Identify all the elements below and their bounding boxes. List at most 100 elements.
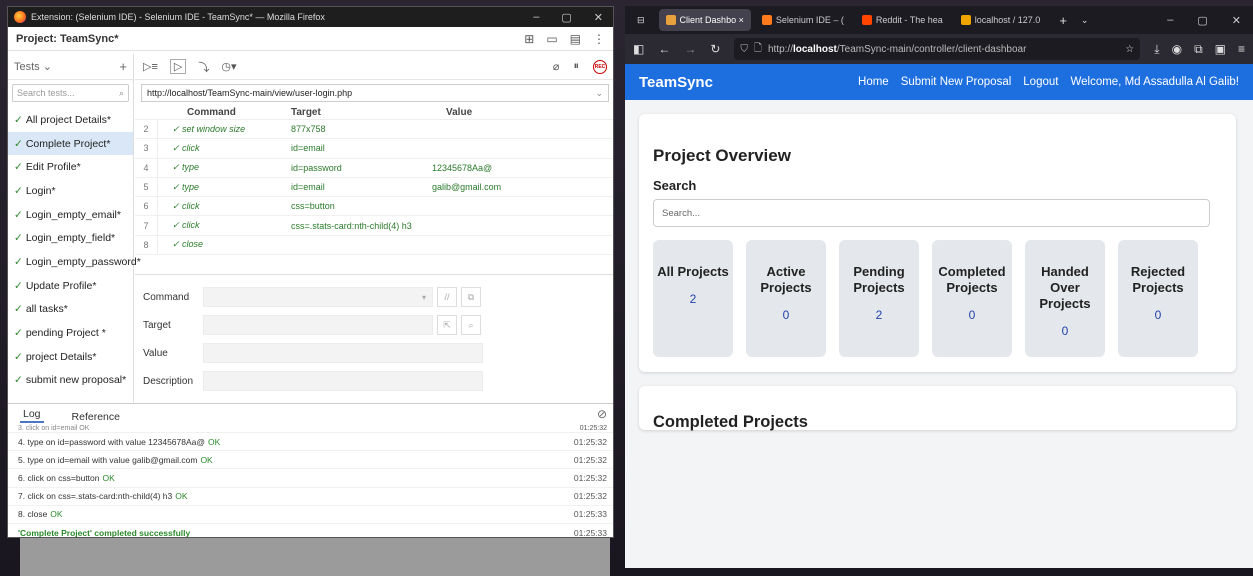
test-item[interactable]: ✓ Login_empty_field* — [8, 226, 133, 250]
search-input[interactable]: Search... — [653, 199, 1210, 227]
test-item[interactable]: ✓ all tasks* — [8, 298, 133, 322]
reload-icon[interactable]: ↻ — [710, 42, 720, 56]
open-project-icon[interactable]: ▭ — [546, 32, 557, 46]
test-item[interactable]: ✓ Complete Project* — [8, 131, 133, 156]
command-row[interactable]: 6 ✓ click css=button — [135, 197, 613, 217]
browser-nav-bar: ◧ ← → ↻ ⛉ 🗋 http://localhost/TeamSync-ma… — [625, 34, 1253, 64]
browser-tab[interactable]: localhost / 127.0 — [954, 9, 1048, 31]
command-row[interactable]: 2 ✓ set window size 877x758 — [135, 120, 613, 140]
log-timestamp: 01:25:33 — [573, 509, 607, 520]
stats-card[interactable]: Handed Over Projects 0 — [1025, 240, 1105, 357]
downloads-icon[interactable]: ⤓ — [1154, 42, 1159, 57]
maximize-icon[interactable]: ▢ — [561, 11, 571, 24]
test-item[interactable]: ✓ Login_empty_email* — [8, 203, 133, 227]
step-over-icon[interactable]: ⤵ — [198, 59, 209, 75]
stats-card[interactable]: Rejected Projects 0 — [1118, 240, 1198, 357]
clear-log-icon[interactable]: ⊘ — [597, 407, 607, 421]
base-url-field[interactable]: http://localhost/TeamSync-main/view/user… — [141, 84, 609, 102]
more-menu-icon[interactable]: ⋮ — [593, 32, 605, 46]
tab-list-icon[interactable]: ⊟ — [637, 15, 645, 26]
browser-tab[interactable]: Reddit - The hea — [855, 9, 950, 31]
maximize-icon[interactable]: ▢ — [1197, 14, 1207, 27]
shield-icon[interactable]: ⛉ — [740, 44, 748, 55]
test-item[interactable]: ✓ pending Project * — [8, 321, 133, 345]
save-project-icon[interactable]: ▤ — [570, 32, 581, 46]
test-item[interactable]: ✓ Login_empty_password* — [8, 250, 141, 274]
close-icon[interactable]: ✕ — [594, 11, 603, 24]
close-icon[interactable]: ✕ — [1232, 14, 1241, 27]
test-item-label: Login_empty_field* — [25, 232, 116, 245]
stats-card[interactable]: Active Projects 0 — [746, 240, 826, 357]
new-project-icon[interactable]: ⊞ — [524, 32, 534, 46]
nav-link[interactable]: Welcome, Md Assadulla Al Galib! — [1070, 76, 1239, 88]
teamsync-brand[interactable]: TeamSync — [639, 74, 713, 91]
pause-on-exception-icon[interactable]: ⏸ — [574, 60, 580, 73]
test-item[interactable]: ✓ submit new proposal* — [8, 369, 133, 393]
speed-icon[interactable]: ◷▾ — [221, 60, 236, 73]
test-item[interactable]: ✓ Update Profile* — [8, 274, 133, 298]
command-row[interactable]: 7 ✓ click css=.stats-card:nth-child(4) h3 — [135, 216, 613, 236]
app-menu-icon[interactable]: ≡ — [1238, 42, 1245, 57]
log-entry: 8. close OK 01:25:33 — [8, 506, 613, 524]
value-input[interactable] — [203, 343, 483, 363]
value-column-header: Value — [446, 107, 473, 118]
back-icon[interactable]: ← — [658, 42, 670, 56]
find-target-icon[interactable]: ⌕ — [461, 315, 481, 335]
run-current-test-icon[interactable]: ▷ — [169, 59, 187, 74]
disable-breakpoints-icon[interactable]: ⌀ — [553, 60, 560, 73]
screenshot-icon[interactable]: ▣ — [1215, 42, 1226, 57]
forward-icon[interactable]: → — [684, 42, 696, 56]
test-item[interactable]: ✓ Edit Profile* — [8, 155, 133, 179]
nav-link[interactable]: Home — [858, 76, 889, 88]
command-row[interactable]: 3 ✓ click id=email — [135, 139, 613, 159]
test-item[interactable]: ✓ All project Details* — [8, 108, 133, 132]
nav-link[interactable]: Submit New Proposal — [901, 76, 1012, 88]
browser-tab[interactable]: Client Dashbo × — [658, 9, 751, 31]
command-table: 2 ✓ set window size 877x758 3 ✓ click id=emai… — [135, 120, 613, 256]
minimize-icon[interactable]: – — [533, 11, 539, 24]
test-item[interactable]: ✓ project Details* — [8, 345, 133, 369]
command-select[interactable]: ▾ — [203, 287, 433, 307]
command-target: 877x758 — [291, 124, 326, 135]
nav-link[interactable]: Logout — [1023, 76, 1058, 88]
new-tab-button[interactable]: + — [1059, 13, 1067, 28]
command-row[interactable]: 5 ✓ type id=email galib@gmail.com — [135, 177, 613, 198]
run-all-tests-icon[interactable]: ▷≡ — [143, 60, 158, 73]
sidebar-icon[interactable]: ◧ — [633, 42, 644, 56]
stats-card[interactable]: Completed Projects 0 — [932, 240, 1012, 357]
select-target-icon[interactable]: ⇱ — [437, 315, 457, 335]
tests-dropdown[interactable]: Tests ⌄ — [14, 60, 52, 73]
check-icon: ✓ — [14, 350, 23, 363]
description-label: Description — [143, 375, 194, 387]
command-row[interactable]: 8 ✓ close — [135, 235, 613, 256]
address-bar[interactable]: ⛉ 🗋 http://localhost/TeamSync-main/contr… — [734, 38, 1141, 60]
browser-tab[interactable]: Selenium IDE – ( — [755, 9, 851, 31]
tab-overflow-icon[interactable]: ⌄ — [1081, 15, 1089, 26]
test-list: ✓ All project Details* ✓ Complete Project* ✓… — [8, 108, 141, 393]
target-input[interactable] — [203, 315, 433, 335]
value-label: Value — [143, 347, 168, 359]
bookmark-star-icon[interactable]: ☆ — [1125, 44, 1134, 55]
record-icon[interactable]: REC — [593, 59, 607, 74]
account-icon[interactable]: ◉ — [1172, 42, 1182, 57]
command-row[interactable]: 4 ✓ type id=password 12345678Aa@ — [135, 158, 613, 178]
chevron-down-icon[interactable]: ⌄ — [595, 88, 603, 99]
stats-card[interactable]: Pending Projects 2 — [839, 240, 919, 357]
tests-search-input[interactable]: Search tests... ⌕ — [12, 84, 129, 102]
extensions-icon[interactable]: ⧉ — [1194, 42, 1203, 57]
toggle-comment-icon[interactable]: // — [437, 287, 457, 307]
tab-log[interactable]: Log — [20, 408, 44, 423]
browser-tab-label: Client Dashbo × — [679, 15, 744, 25]
log-entry: 4. type on id=password with value 123456… — [8, 433, 613, 452]
test-item[interactable]: ✓ Login* — [8, 179, 133, 203]
add-test-icon[interactable]: + — [119, 59, 127, 74]
description-input[interactable] — [203, 371, 483, 391]
open-reference-icon[interactable]: ⧉ — [461, 287, 481, 307]
log-ok: OK — [175, 491, 188, 502]
tab-favicon-icon — [665, 15, 676, 25]
stats-card[interactable]: All Projects 2 — [653, 240, 733, 357]
minimize-icon[interactable]: – — [1167, 14, 1173, 27]
command-index: 3 — [143, 143, 149, 154]
stats-card-value: 2 — [689, 292, 697, 306]
tab-reference[interactable]: Reference — [72, 411, 120, 423]
